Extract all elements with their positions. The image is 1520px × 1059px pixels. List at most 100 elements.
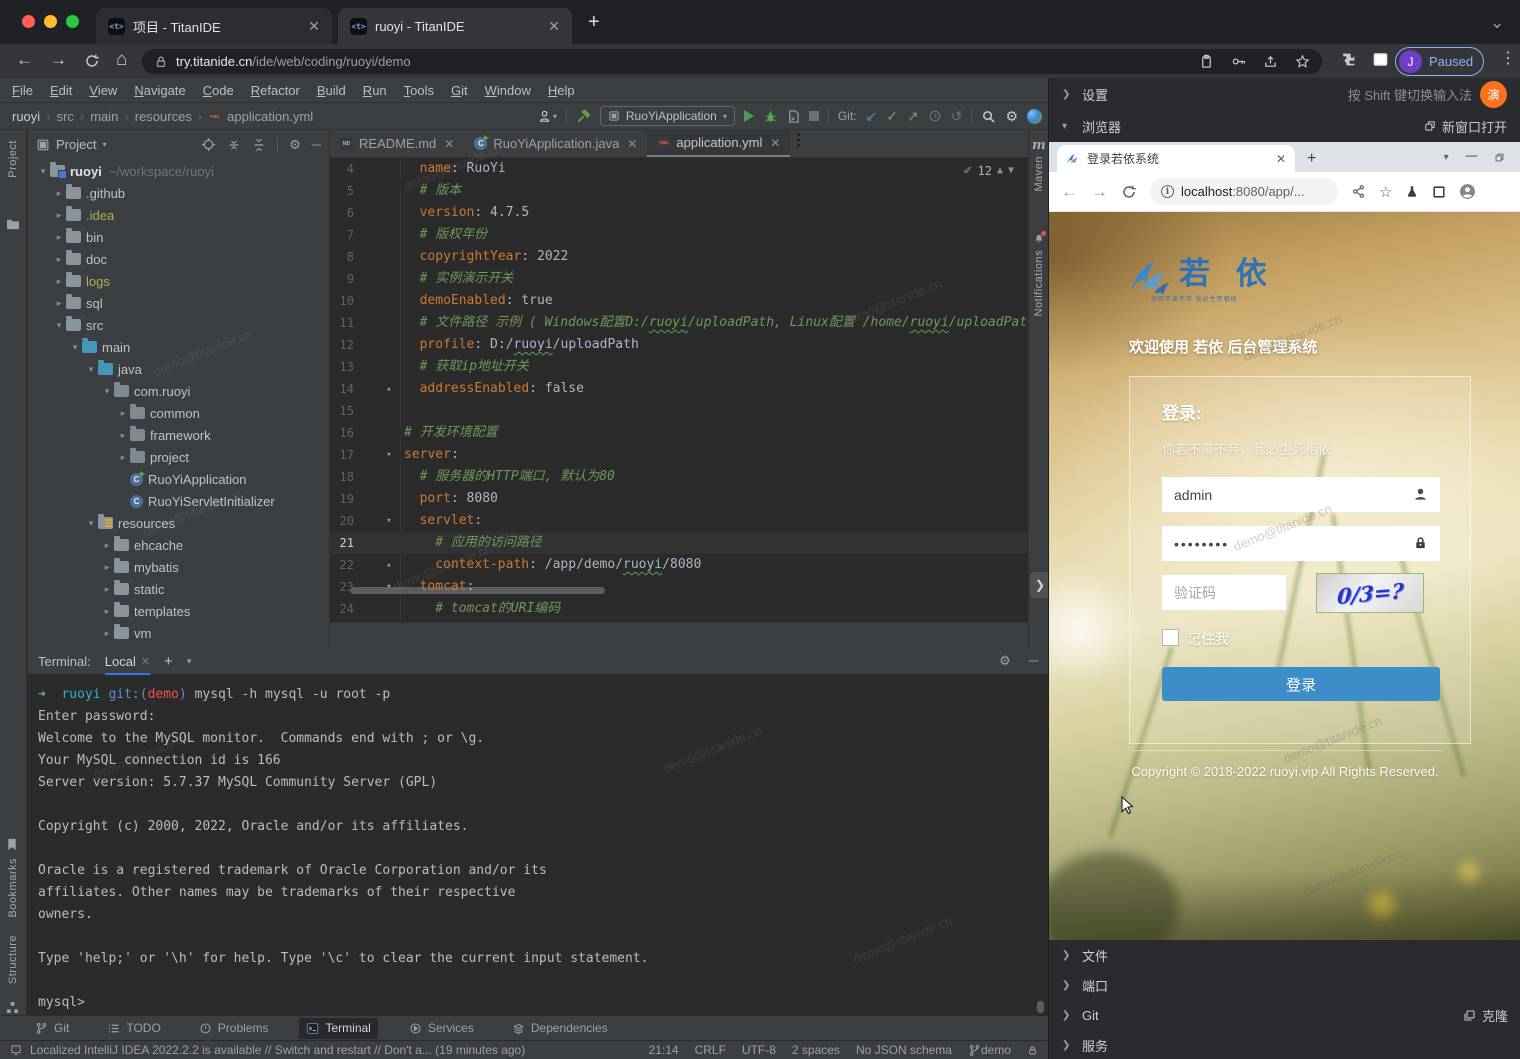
notifications-stripe-tab[interactable]: Notifications bbox=[1033, 250, 1045, 316]
project-stripe-tab[interactable]: Project bbox=[7, 140, 19, 178]
build-hammer-icon[interactable] bbox=[576, 109, 591, 124]
chevron-collapsed-icon[interactable]: ▸ bbox=[116, 452, 130, 463]
editor-tabs-more-icon[interactable]: ⋮ bbox=[790, 130, 806, 157]
breadcrumb-item[interactable]: application.yml bbox=[227, 109, 313, 124]
code-line-5[interactable]: 5# 版本 bbox=[330, 180, 1028, 202]
code-line-6[interactable]: 6version: 4.7.5 bbox=[330, 202, 1028, 224]
menu-item-edit[interactable]: Edit bbox=[50, 83, 72, 98]
settings-section-header[interactable]: ❯ 设置 按 Shift 键切换输入法 演 bbox=[1049, 78, 1520, 110]
info-icon[interactable]: i bbox=[1161, 185, 1174, 198]
breadcrumb-item[interactable]: resources bbox=[135, 109, 192, 124]
embedded-address-bar[interactable]: i localhost:8080/app/... bbox=[1150, 178, 1338, 205]
chevron-collapsed-icon[interactable]: ▸ bbox=[116, 430, 130, 441]
chevron-expanded-icon[interactable]: ▾ bbox=[84, 364, 98, 375]
tree-row-RuoYiApplication[interactable]: CRuoYiApplication bbox=[28, 468, 329, 490]
embedded-share-icon[interactable] bbox=[1351, 184, 1366, 199]
close-editor-tab-icon[interactable]: ✕ bbox=[770, 136, 780, 150]
tree-row-src[interactable]: ▾src bbox=[28, 314, 329, 336]
editor-tab-RuoYiApplication.java[interactable]: CRuoYiApplication.java✕ bbox=[464, 130, 647, 157]
breadcrumb-item[interactable]: main bbox=[90, 109, 118, 124]
expand-all-icon[interactable] bbox=[227, 138, 241, 152]
username-field[interactable] bbox=[1162, 477, 1440, 512]
embedded-dropdown-icon[interactable]: ▾ bbox=[1444, 152, 1449, 163]
clock-widget[interactable]: 21:14 bbox=[649, 1043, 679, 1057]
fold-marker-icon[interactable]: ▾ bbox=[382, 510, 396, 532]
tree-row-com.ruoyi[interactable]: ▾com.ruoyi bbox=[28, 380, 329, 402]
close-tab-icon[interactable]: ✕ bbox=[548, 18, 560, 35]
bookmarks-stripe-tab[interactable]: Bookmarks bbox=[7, 858, 19, 918]
expand-right-panel-button[interactable]: ❯ bbox=[1030, 572, 1050, 598]
chevron-collapsed-icon[interactable]: ▸ bbox=[100, 540, 114, 551]
login-button[interactable]: 登录 bbox=[1162, 667, 1440, 701]
tool-window-button-git[interactable]: Git bbox=[28, 1018, 76, 1039]
editor-tab-application.yml[interactable]: YMLapplication.yml✕ bbox=[647, 130, 790, 157]
menu-item-build[interactable]: Build bbox=[317, 83, 346, 98]
chevron-expanded-icon[interactable]: ▾ bbox=[84, 518, 98, 529]
chevron-collapsed-icon[interactable]: ▸ bbox=[100, 584, 114, 595]
remember-me-checkbox[interactable] bbox=[1162, 629, 1179, 646]
hide-terminal-icon[interactable]: ─ bbox=[1029, 653, 1038, 669]
rollback-icon[interactable]: ↺ bbox=[951, 108, 963, 125]
encoding-widget[interactable]: UTF-8 bbox=[742, 1043, 776, 1057]
run-configuration-select[interactable]: RuoYiApplication ▾ bbox=[600, 106, 735, 126]
close-editor-tab-icon[interactable]: ✕ bbox=[444, 137, 454, 151]
embedded-restore-icon[interactable] bbox=[1494, 152, 1505, 163]
tree-row-logs[interactable]: ▸logs bbox=[28, 270, 329, 292]
fold-marker-icon[interactable]: ▾ bbox=[382, 444, 396, 466]
tab-search-icon[interactable]: ⌄ bbox=[1490, 14, 1504, 31]
section-文件[interactable]: ❯文件 bbox=[1049, 940, 1520, 970]
status-message[interactable]: Localized IntelliJ IDEA 2022.2.2 is avai… bbox=[30, 1043, 525, 1057]
code-line-19[interactable]: 19port: 8080 bbox=[330, 488, 1028, 510]
chevron-collapsed-icon[interactable]: ▸ bbox=[52, 254, 66, 265]
chevron-expanded-icon[interactable]: ▾ bbox=[52, 320, 66, 331]
chevron-collapsed-icon[interactable]: ▸ bbox=[100, 562, 114, 573]
locate-icon[interactable] bbox=[201, 137, 216, 152]
menu-item-tools[interactable]: Tools bbox=[404, 83, 434, 98]
stop-button[interactable] bbox=[809, 111, 819, 121]
menu-item-file[interactable]: File bbox=[12, 83, 33, 98]
chevron-expanded-icon[interactable]: ▾ bbox=[68, 342, 82, 353]
back-icon[interactable]: ← bbox=[16, 51, 33, 68]
breadcrumb-item[interactable]: src bbox=[57, 109, 74, 124]
code-line-13[interactable]: 13# 获取ip地址开关 bbox=[330, 356, 1028, 378]
bookmark-star-icon[interactable] bbox=[1295, 54, 1310, 69]
terminal-dropdown-icon[interactable]: ▾ bbox=[187, 656, 192, 667]
tree-row-main[interactable]: ▾main bbox=[28, 336, 329, 358]
project-panel-title[interactable]: Project bbox=[56, 137, 96, 152]
maven-stripe-tab[interactable]: Maven bbox=[1033, 156, 1045, 192]
embedded-star-icon[interactable]: ☆ bbox=[1379, 183, 1392, 201]
search-icon[interactable] bbox=[981, 109, 996, 124]
close-editor-tab-icon[interactable]: ✕ bbox=[627, 137, 637, 151]
browser-tab-project[interactable]: <t> 项目 - TitanIDE ✕ bbox=[96, 8, 332, 44]
breadcrumb-item[interactable]: ruoyi bbox=[12, 109, 40, 124]
section-端口[interactable]: ❯端口 bbox=[1049, 970, 1520, 1000]
reader-square-icon[interactable] bbox=[1432, 185, 1446, 199]
tree-row-resources[interactable]: ▾resources bbox=[28, 512, 329, 534]
tool-window-button-terminal[interactable]: Terminal bbox=[299, 1018, 377, 1039]
forward-icon[interactable]: → bbox=[50, 51, 67, 68]
new-tab-button[interactable]: + bbox=[588, 12, 600, 32]
fold-marker-icon[interactable]: ▴ bbox=[382, 554, 396, 576]
code-line-16[interactable]: 16# 开发环境配置 bbox=[330, 422, 1028, 444]
hide-panel-icon[interactable]: ─ bbox=[312, 137, 321, 152]
embedded-browser-tab[interactable]: 登录若依系统 ✕ bbox=[1057, 145, 1295, 172]
menu-item-run[interactable]: Run bbox=[363, 83, 387, 98]
menu-item-git[interactable]: Git bbox=[451, 83, 468, 98]
demo-badge[interactable]: 演 bbox=[1480, 81, 1507, 108]
share-icon[interactable] bbox=[1263, 54, 1278, 69]
titanide-sphere-icon[interactable] bbox=[1027, 109, 1042, 124]
tree-row-doc[interactable]: ▸doc bbox=[28, 248, 329, 270]
minimize-window-button[interactable] bbox=[44, 15, 57, 28]
embedded-new-tab-icon[interactable]: + bbox=[1295, 150, 1328, 172]
close-window-button[interactable] bbox=[22, 15, 35, 28]
close-embedded-tab-icon[interactable]: ✕ bbox=[1276, 152, 1286, 166]
git-commit-icon[interactable]: ✓ bbox=[886, 108, 898, 125]
captcha-image[interactable]: 0/3=? bbox=[1316, 573, 1424, 613]
structure-stripe-tab[interactable]: Structure bbox=[7, 935, 19, 984]
browser-section-header[interactable]: ▾ 浏览器 新窗口打开 bbox=[1049, 110, 1520, 142]
code-line-20[interactable]: 20▾servlet: bbox=[330, 510, 1028, 532]
collapse-all-icon[interactable] bbox=[252, 138, 266, 152]
tree-row-ruoyi[interactable]: ▾ruoyi~/workspace/ruoyi bbox=[28, 160, 329, 182]
code-line-23[interactable]: 23▾tomcat: bbox=[330, 576, 1028, 598]
tree-row-ehcache[interactable]: ▸ehcache bbox=[28, 534, 329, 556]
